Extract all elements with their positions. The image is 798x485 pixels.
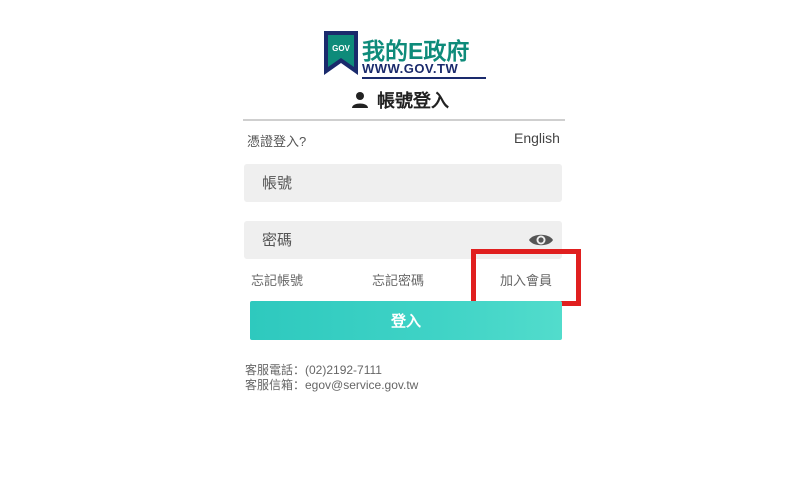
logo-url: WWW.GOV.TW (362, 61, 459, 76)
user-icon (352, 92, 368, 108)
account-input[interactable] (244, 164, 562, 202)
account-field-container (244, 164, 562, 202)
login-button[interactable]: 登入 (250, 301, 562, 340)
logo-underline (362, 77, 486, 79)
svg-text:GOV: GOV (332, 44, 350, 53)
page-title-text: 帳號登入 (377, 91, 449, 111)
page-title: 帳號登入 (351, 89, 449, 111)
eye-icon[interactable] (528, 231, 554, 249)
divider (243, 119, 565, 121)
gov-emblem-icon: GOV (324, 31, 358, 75)
language-switch-link[interactable]: English (514, 130, 560, 146)
egov-logo[interactable]: GOV 我的E政府 WWW.GOV.TW (324, 31, 494, 81)
certificate-login-link[interactable]: 憑證登入? (247, 131, 306, 150)
highlight-box (471, 249, 581, 306)
service-email: 客服信箱：egov@service.gov.tw (245, 378, 419, 392)
forgot-account-link[interactable]: 忘記帳號 (251, 270, 303, 289)
forgot-password-link[interactable]: 忘記密碼 (372, 270, 424, 289)
